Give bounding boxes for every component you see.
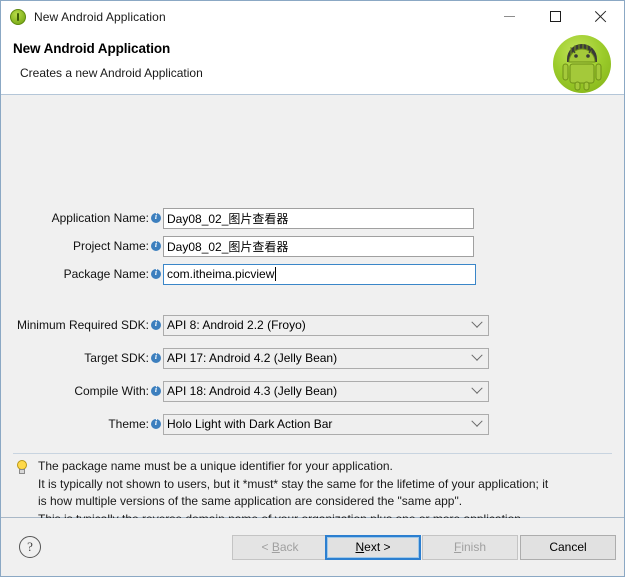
theme-label: Theme: — [108, 417, 149, 431]
maximize-icon — [549, 11, 561, 22]
new-android-application-dialog: New Android Application New Android Appl… — [0, 0, 625, 577]
wizard-body: Application Name: Day08_02_图片查看器 Project… — [1, 95, 624, 526]
package-name-input[interactable]: com.itheima.picview — [163, 263, 476, 285]
android-robot-logo — [553, 35, 611, 93]
form-row-target-sdk: Target SDK: API 17: Android 4.2 (Jelly B… — [1, 347, 624, 369]
minimize-icon — [503, 16, 515, 17]
application-name-input[interactable]: Day08_02_图片查看器 — [163, 207, 474, 229]
info-icon[interactable] — [151, 211, 161, 223]
finish-button[interactable]: Finish — [422, 534, 518, 560]
target-sdk-label: Target SDK: — [84, 351, 149, 365]
finish-button-label: Finish — [453, 540, 487, 554]
back-button-label: < Back — [261, 540, 299, 554]
title-bar: New Android Application — [1, 1, 624, 32]
info-icon[interactable] — [151, 318, 161, 330]
hint-line: The package name must be a unique identi… — [38, 459, 393, 473]
window-title: New Android Application — [34, 9, 166, 24]
chevron-down-icon[interactable] — [469, 349, 485, 368]
info-icon[interactable] — [151, 267, 161, 279]
android-circle-icon — [10, 8, 26, 25]
project-name-label: Project Name: — [72, 239, 149, 253]
close-icon — [595, 10, 608, 23]
help-button[interactable]: ? — [19, 536, 41, 558]
minimum-required-sdk-label: Minimum Required SDK: — [16, 318, 149, 332]
project-name-input[interactable]: Day08_02_图片查看器 — [163, 235, 474, 257]
form-row-project-name: Project Name: Day08_02_图片查看器 — [1, 235, 624, 257]
target-sdk-value: API 17: Android 4.2 (Jelly Bean) — [167, 351, 338, 365]
hint-separator — [13, 453, 612, 454]
chevron-down-icon[interactable] — [469, 316, 485, 335]
minimum-required-sdk-select[interactable]: API 8: Android 2.2 (Froyo) — [163, 314, 489, 336]
page-title: New Android Application — [13, 41, 171, 56]
lightbulb-icon — [15, 460, 29, 476]
compile-with-label: Compile With: — [74, 384, 149, 398]
info-icon[interactable] — [151, 351, 161, 363]
hint-line: is how multiple versions of the same app… — [38, 494, 463, 508]
minimize-button[interactable] — [486, 1, 532, 32]
form-row-package-name: Package Name: com.itheima.picview — [1, 263, 624, 285]
text-cursor — [275, 267, 277, 281]
form-row-application-name: Application Name: Day08_02_图片查看器 — [1, 207, 624, 229]
chevron-down-icon[interactable] — [469, 382, 485, 401]
compile-with-select[interactable]: API 18: Android 4.3 (Jelly Bean) — [163, 380, 489, 402]
minimum-required-sdk-value: API 8: Android 2.2 (Froyo) — [167, 318, 306, 332]
form-row-theme: Theme: Holo Light with Dark Action Bar — [1, 413, 624, 435]
next-button[interactable]: Next > — [325, 534, 421, 560]
theme-select[interactable]: Holo Light with Dark Action Bar — [163, 413, 489, 435]
info-icon[interactable] — [151, 239, 161, 251]
form-row-compile-with: Compile With: API 18: Android 4.3 (Jelly… — [1, 380, 624, 402]
compile-with-value: API 18: Android 4.3 (Jelly Bean) — [167, 384, 338, 398]
next-button-label: Next > — [355, 540, 391, 554]
button-bar: ? < Back Next > Finish Cancel — [1, 518, 624, 576]
package-name-value: com.itheima.picview — [167, 267, 275, 281]
package-name-label: Package Name: — [63, 267, 149, 281]
back-button[interactable]: < Back — [232, 534, 328, 560]
cancel-button[interactable]: Cancel — [520, 534, 616, 560]
close-button[interactable] — [578, 1, 624, 32]
project-name-value: Day08_02_图片查看器 — [167, 239, 289, 254]
page-description: Creates a new Android Application — [20, 66, 203, 80]
application-name-label: Application Name: — [51, 211, 149, 225]
cancel-button-label: Cancel — [549, 540, 587, 554]
theme-value: Holo Light with Dark Action Bar — [167, 417, 333, 431]
info-icon[interactable] — [151, 417, 161, 429]
maximize-button[interactable] — [532, 1, 578, 32]
question-mark-icon: ? — [27, 539, 33, 554]
chevron-down-icon[interactable] — [469, 415, 485, 434]
target-sdk-select[interactable]: API 17: Android 4.2 (Jelly Bean) — [163, 347, 489, 369]
hint-line: It is typically not shown to users, but … — [38, 476, 549, 491]
info-icon[interactable] — [151, 384, 161, 396]
wizard-header: New Android Application Creates a new An… — [1, 32, 624, 95]
form-row-minimum-sdk: Minimum Required SDK: API 8: Android 2.2… — [1, 314, 624, 336]
application-name-value: Day08_02_图片查看器 — [167, 211, 289, 226]
